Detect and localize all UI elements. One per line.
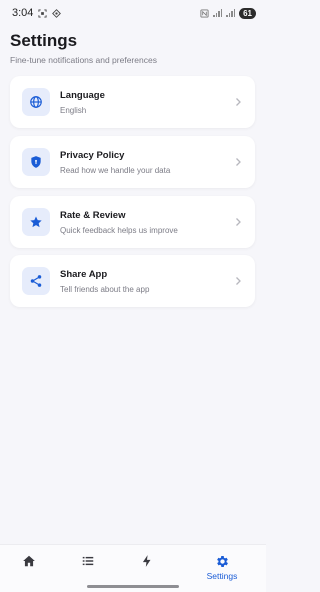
settings-item-text: Privacy Policy Read how we handle your d… <box>60 150 233 175</box>
chevron-right-icon <box>236 277 241 285</box>
shield-icon <box>22 148 50 176</box>
nav-label-settings: Settings <box>206 571 238 581</box>
settings-item-rate-review[interactable]: Rate & Review Quick feedback helps us im… <box>10 196 255 248</box>
settings-item-text: Language English <box>60 90 233 115</box>
share-icon <box>22 267 50 295</box>
status-bar-right: 61 <box>200 7 256 19</box>
settings-item-text: Rate & Review Quick feedback helps us im… <box>60 210 233 235</box>
chevron-right-icon <box>236 158 241 166</box>
settings-item-language[interactable]: Language English <box>10 76 255 128</box>
settings-item-title: Language <box>60 89 105 101</box>
nav-item-home[interactable] <box>4 554 54 568</box>
settings-item-description: Tell friends about the app <box>60 284 150 294</box>
chevron-right-icon <box>236 218 241 226</box>
settings-item-title: Rate & Review <box>60 209 126 221</box>
bolt-icon <box>142 555 151 567</box>
gear-icon <box>216 556 228 567</box>
page-title: Settings <box>10 31 78 50</box>
status-bar: 3:04 61 <box>0 0 266 26</box>
globe-icon <box>22 88 50 116</box>
list-icon <box>82 556 94 566</box>
nav-item-list[interactable] <box>63 554 113 568</box>
nav-item-activity[interactable] <box>122 554 172 568</box>
settings-item-text: Share App Tell friends about the app <box>60 269 233 294</box>
settings-item-title: Share App <box>60 268 108 280</box>
nav-item-settings[interactable]: Settings <box>197 554 247 581</box>
nfc-icon <box>200 8 209 18</box>
status-time: 3:04 <box>12 7 34 19</box>
screenshot-icon <box>38 8 47 18</box>
signal-icon-2 <box>226 9 236 17</box>
chevron-right-icon <box>236 98 241 106</box>
page-subtitle: Fine-tune notifications and preferences <box>10 55 157 65</box>
signal-icon-1 <box>213 9 223 17</box>
location-diamond-icon <box>52 8 62 18</box>
home-indicator[interactable] <box>87 585 179 588</box>
settings-item-title: Privacy Policy <box>60 149 125 161</box>
settings-item-description: Read how we handle your data <box>60 165 171 175</box>
status-bar-left: 3:04 <box>12 7 62 19</box>
battery-indicator: 61 <box>239 7 256 19</box>
settings-screen: 3:04 61 Settings Fine-tune notifications… <box>0 0 266 592</box>
star-icon <box>22 208 50 236</box>
settings-item-description: English <box>60 105 87 115</box>
settings-item-privacy-policy[interactable]: Privacy Policy Read how we handle your d… <box>10 136 255 188</box>
settings-item-description: Quick feedback helps us improve <box>60 225 178 235</box>
settings-item-share-app[interactable]: Share App Tell friends about the app <box>10 255 255 307</box>
home-icon <box>23 555 35 567</box>
